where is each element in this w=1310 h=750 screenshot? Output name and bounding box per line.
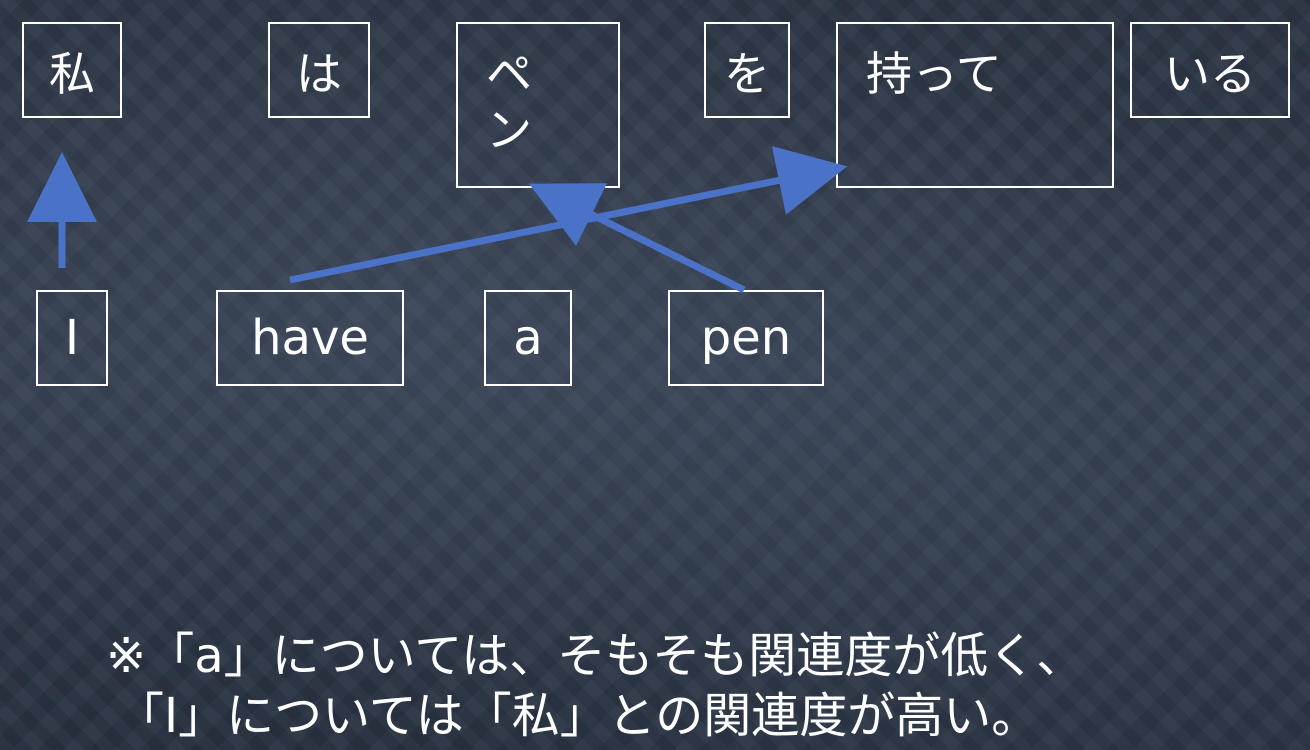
note-line-2: 「I」については「私」との関連度が高い。 [116,688,1040,744]
arrow-have-to-motte [289,146,848,284]
note-line-1: ※「a」については、そもそも関連度が低く、 [106,628,1085,684]
